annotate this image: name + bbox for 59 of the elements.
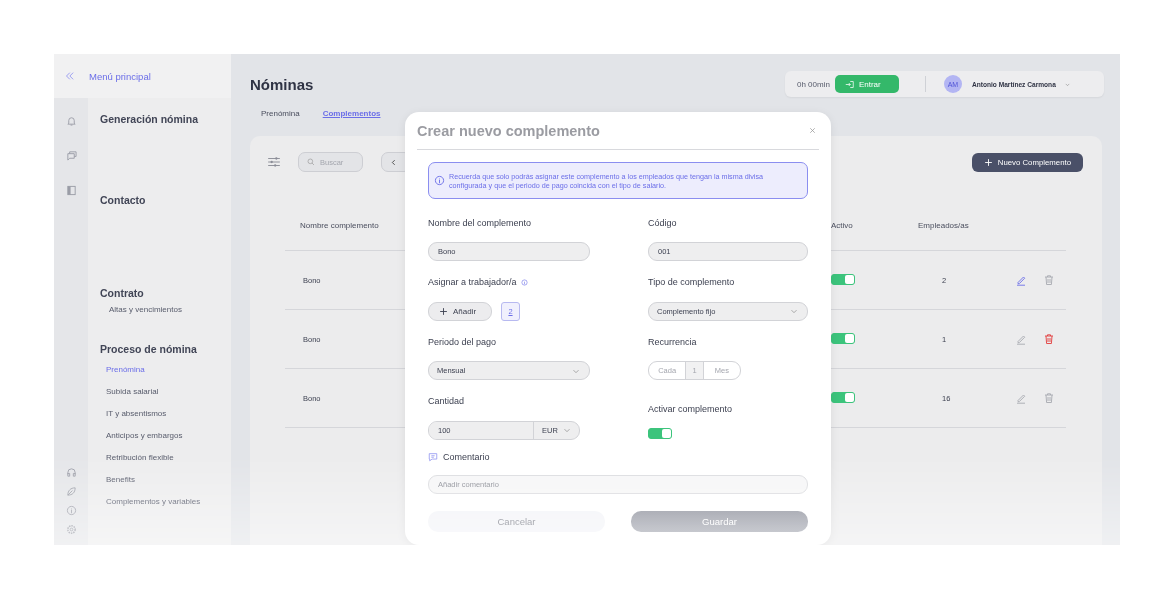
field-label: Comentario — [443, 451, 490, 462]
toggle-switch[interactable] — [831, 274, 855, 285]
info-icon — [65, 505, 77, 516]
menu-item[interactable]: IT y absentismos — [100, 408, 231, 430]
tab[interactable]: Complementos — [322, 108, 381, 118]
menu-item[interactable]: Complementos y variables — [100, 496, 231, 518]
field-label: Cantidad — [428, 396, 465, 406]
field-label: Tipo de complemento — [648, 277, 735, 287]
trash-icon[interactable] — [1043, 333, 1055, 345]
toggle-switch[interactable] — [831, 333, 855, 344]
page-title: Nóminas — [250, 75, 314, 93]
headset-icon — [65, 467, 77, 478]
close-icon[interactable] — [808, 126, 817, 135]
edit-icon[interactable] — [1015, 274, 1027, 286]
settings-icon — [65, 524, 77, 535]
section-title[interactable]: Generación nómina — [100, 111, 231, 127]
info-icon — [520, 278, 528, 286]
field-label: Periodo del pago — [428, 336, 497, 347]
plus-icon — [439, 306, 448, 316]
menu-item[interactable]: Altas y vencimientos — [100, 304, 231, 326]
double-chevron-icon — [64, 71, 74, 81]
section-title[interactable]: Proceso de nómina — [100, 341, 231, 357]
activate-toggle[interactable] — [648, 427, 672, 439]
chat-icon — [65, 150, 77, 161]
search-icon — [307, 158, 315, 166]
menu-item[interactable]: Retribución flexible — [100, 452, 231, 474]
menu-item[interactable]: Prenómina — [100, 364, 231, 386]
field-label: Código — [648, 217, 677, 228]
filter-icon — [267, 155, 281, 169]
info-icon — [434, 175, 445, 186]
field-label: Activar complemento — [648, 404, 733, 414]
edit-icon[interactable] — [1015, 392, 1027, 404]
plus-icon — [983, 157, 993, 167]
panel-icon — [65, 185, 77, 196]
section-title[interactable]: Contrato — [100, 285, 231, 301]
menu-item[interactable]: Subida salarial — [100, 386, 231, 408]
login-icon — [844, 79, 854, 89]
timer-text: 0h 00min — [797, 79, 830, 89]
comment-icon — [428, 451, 438, 462]
menu-item[interactable]: Benefits — [100, 474, 231, 496]
column-header: Activo — [831, 220, 853, 230]
section-title[interactable]: Contacto — [100, 192, 231, 208]
main-menu-link[interactable]: Menú principal — [89, 70, 151, 82]
toggle-switch[interactable] — [831, 392, 855, 403]
trash-icon[interactable] — [1043, 392, 1055, 404]
column-header: Empleados/as — [918, 220, 969, 230]
field-label: Recurrencia — [648, 336, 697, 347]
chevron-left-icon — [390, 158, 397, 166]
field-label: Nombre del complemento — [428, 217, 532, 228]
modal-title: Crear nuevo complemento — [417, 122, 600, 139]
trash-icon[interactable] — [1043, 274, 1055, 286]
leaf-icon — [65, 486, 77, 497]
column-header: Nombre complemento — [299, 220, 379, 230]
field-label: Asignar a trabajador/a — [428, 277, 517, 287]
edit-icon[interactable] — [1015, 333, 1027, 345]
menu-item[interactable]: Anticipos y embargos — [100, 430, 231, 452]
bell-icon — [65, 115, 77, 126]
add-button[interactable]: Añadir — [428, 301, 492, 321]
tab[interactable]: Prenómina — [261, 108, 300, 118]
